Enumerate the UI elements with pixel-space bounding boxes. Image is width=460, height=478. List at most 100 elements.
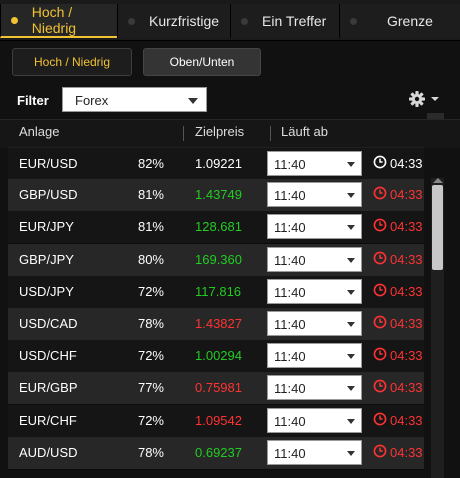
expiry-countdown: 04:33 — [390, 219, 423, 234]
target-price: 1.09221 — [195, 156, 242, 171]
expiry-time-select[interactable]: 11:40 — [267, 151, 362, 176]
tab-label: Grenze — [387, 13, 433, 29]
header-target-price: Zielpreis — [195, 124, 245, 139]
expiry-countdown: 04:33 — [390, 252, 423, 267]
chevron-down-icon — [347, 225, 355, 230]
expiry-countdown: 04:33 — [390, 413, 423, 428]
asset-pair: USD/JPY — [19, 284, 74, 299]
table-header: Anlage Zielpreis Läuft ab — [0, 119, 460, 148]
chevron-down-icon — [347, 419, 355, 424]
expiry-time-select[interactable]: 11:40 — [267, 375, 362, 400]
asset-pair: GBP/JPY — [19, 252, 74, 267]
expiry-countdown: 04:33 — [390, 445, 423, 460]
expiry-countdown: 04:33 — [390, 380, 423, 395]
tab-hoch-niedrig[interactable]: Hoch / Niedrig — [0, 4, 117, 38]
table-row[interactable]: USD/CAD 78% 1.43827 11:40 04:33 — [8, 308, 424, 341]
chevron-down-icon — [347, 290, 355, 295]
expiry-countdown: 04:33 — [390, 187, 423, 202]
expiry-time-value: 11:40 — [274, 253, 306, 268]
table-row[interactable]: GBP/JPY 80% 169.360 11:40 04:33 — [8, 244, 424, 277]
table-row[interactable]: EUR/GBP 77% 0.75981 11:40 04:33 — [8, 372, 424, 405]
asset-pair: AUD/USD — [19, 445, 78, 460]
chevron-down-icon — [431, 97, 439, 101]
expiry-time-value: 11:40 — [274, 285, 306, 300]
table-row[interactable]: EUR/USD 82% 1.09221 11:40 04:33 — [8, 147, 424, 181]
clock-icon — [373, 251, 387, 265]
subtab-oben-unten-button[interactable]: Oben/Unten — [143, 48, 261, 76]
table-row[interactable]: EUR/CHF 72% 1.09542 11:40 04:33 — [8, 405, 424, 438]
target-price: 1.09542 — [195, 413, 242, 428]
asset-pair: EUR/CHF — [19, 413, 77, 428]
expiry-time-select[interactable]: 11:40 — [267, 247, 362, 272]
table-row[interactable]: USD/JPY 72% 117.816 11:40 04:33 — [8, 276, 424, 309]
target-price: 1.43749 — [195, 187, 242, 202]
expiry-time-value: 11:40 — [274, 381, 306, 396]
payout-percent: 78% — [137, 316, 164, 331]
scroll-up-icon[interactable] — [433, 178, 443, 183]
asset-pair: EUR/GBP — [19, 380, 78, 395]
header-divider — [183, 126, 184, 141]
payout-percent: 81% — [137, 219, 164, 234]
table-row[interactable]: GBP/USD 81% 1.43749 11:40 04:33 — [8, 179, 424, 212]
clock-icon — [373, 444, 387, 458]
payout-percent: 80% — [137, 252, 164, 267]
expiry-time-select[interactable]: 11:40 — [267, 214, 362, 239]
clock-icon — [373, 379, 387, 393]
payout-percent: 72% — [137, 284, 164, 299]
target-price: 169.360 — [195, 252, 242, 267]
filter-select[interactable]: Forex — [62, 87, 207, 112]
tab-kurzfristige[interactable]: Kurzfristige — [117, 4, 230, 38]
tab-grenze[interactable]: Grenze — [339, 4, 460, 38]
expiry-countdown: 04:33 — [390, 284, 423, 299]
tab-bar: Hoch / Niedrig Kurzfristige Ein Treffer … — [0, 0, 460, 41]
table-row[interactable]: EUR/JPY 81% 128.681 11:40 04:33 — [8, 211, 424, 244]
subtab-hoch-niedrig-button[interactable]: Hoch / Niedrig — [12, 48, 132, 76]
scrollbar-thumb[interactable] — [432, 185, 443, 270]
header-divider — [270, 126, 271, 141]
chevron-down-icon — [347, 451, 355, 456]
payout-percent: 81% — [137, 187, 164, 202]
asset-pair: EUR/JPY — [19, 219, 74, 234]
payout-percent: 82% — [137, 156, 164, 171]
expiry-time-select[interactable]: 11:40 — [267, 440, 362, 465]
chevron-down-icon — [347, 386, 355, 391]
tab-label: Kurzfristige — [149, 13, 220, 29]
clock-icon — [373, 347, 387, 361]
expiry-time-select[interactable]: 11:40 — [267, 343, 362, 368]
asset-pair: GBP/USD — [19, 187, 78, 202]
payout-percent: 72% — [137, 413, 164, 428]
target-price: 0.75981 — [195, 380, 242, 395]
tab-label: Hoch / Niedrig — [31, 4, 77, 36]
tab-ein-treffer[interactable]: Ein Treffer — [230, 4, 339, 38]
expiry-time-select[interactable]: 11:40 — [267, 279, 362, 304]
gear-icon[interactable] — [409, 88, 439, 110]
header-expires: Läuft ab — [281, 124, 328, 139]
expiry-time-value: 11:40 — [274, 188, 306, 203]
chevron-down-icon — [347, 258, 355, 263]
payout-percent: 77% — [137, 380, 164, 395]
asset-pair: USD/CAD — [19, 316, 78, 331]
expiry-time-select[interactable]: 11:40 — [267, 311, 362, 336]
clock-icon — [373, 218, 387, 232]
target-price: 128.681 — [195, 219, 242, 234]
filter-value: Forex — [75, 93, 109, 108]
target-price: 117.816 — [195, 284, 242, 299]
expiry-countdown: 04:33 — [390, 348, 423, 363]
clock-icon — [373, 412, 387, 426]
clock-icon — [373, 186, 387, 200]
chevron-down-icon — [347, 322, 355, 327]
expiry-time-value: 11:40 — [274, 220, 306, 235]
table-row[interactable]: AUD/USD 78% 0.69237 11:40 04:33 — [8, 437, 424, 470]
expiry-time-select[interactable]: 11:40 — [267, 408, 362, 433]
tab-indicator-dot — [11, 16, 18, 24]
expiry-time-value: 11:40 — [274, 317, 306, 332]
expiry-time-select[interactable]: 11:40 — [267, 182, 362, 207]
tab-indicator-dot — [241, 17, 248, 25]
payout-percent: 72% — [137, 348, 164, 363]
asset-pair: EUR/USD — [19, 156, 78, 171]
tab-label: Ein Treffer — [262, 13, 327, 29]
expiry-time-value: 11:40 — [274, 349, 306, 364]
table-row[interactable]: USD/CHF 72% 1.00294 11:40 04:33 — [8, 340, 424, 373]
expiry-time-value: 11:40 — [274, 157, 306, 172]
expiry-countdown: 04:33 — [390, 316, 423, 331]
